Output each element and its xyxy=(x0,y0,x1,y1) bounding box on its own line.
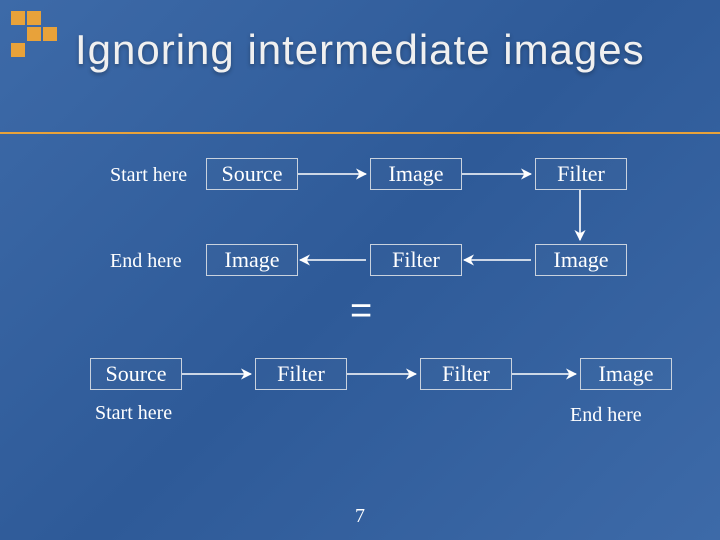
bottom-start-label: Start here xyxy=(95,402,172,425)
node-image: Image xyxy=(370,158,462,190)
bottom-end-label: End here xyxy=(570,404,642,427)
top-end-label: End here xyxy=(110,250,182,273)
corner-squares-decoration xyxy=(10,10,58,58)
flow-arrows xyxy=(0,140,720,540)
node-filter: Filter xyxy=(420,358,512,390)
diagram-stage: Start here Source Image Filter End here … xyxy=(0,140,720,540)
title-underline xyxy=(0,132,720,134)
top-start-label: Start here xyxy=(110,164,187,187)
node-image: Image xyxy=(580,358,672,390)
node-filter: Filter xyxy=(535,158,627,190)
node-filter: Filter xyxy=(255,358,347,390)
node-source: Source xyxy=(90,358,182,390)
equals-symbol: = xyxy=(350,290,372,333)
node-filter: Filter xyxy=(370,244,462,276)
node-image: Image xyxy=(206,244,298,276)
node-image: Image xyxy=(535,244,627,276)
node-source: Source xyxy=(206,158,298,190)
slide-title: Ignoring intermediate images xyxy=(75,28,645,72)
page-number: 7 xyxy=(0,505,720,528)
